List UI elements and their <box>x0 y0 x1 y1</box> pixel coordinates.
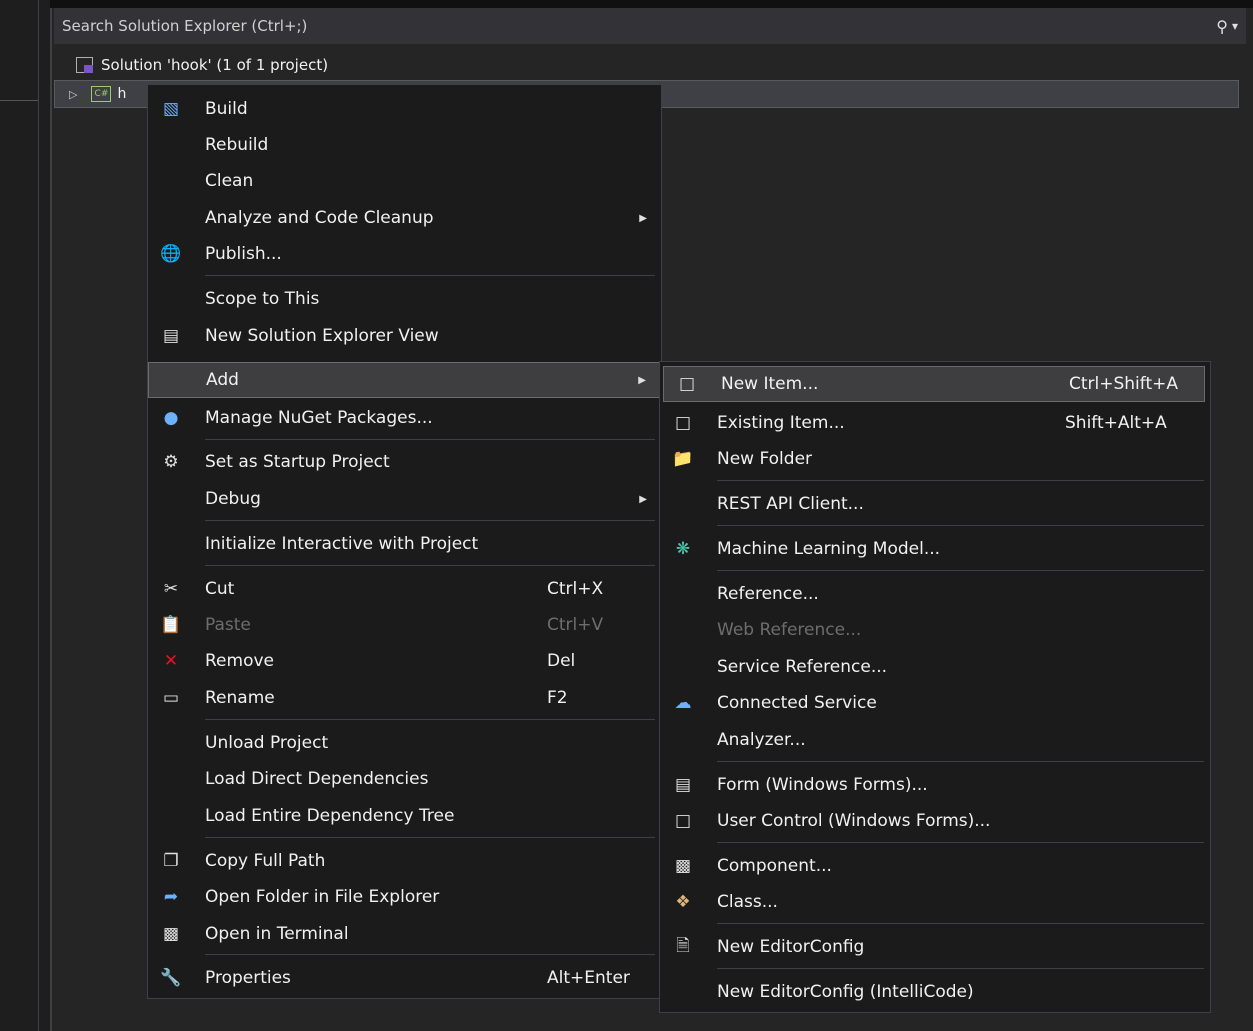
menu-item-rename[interactable]: ▭ Rename F2 <box>148 680 661 716</box>
separator <box>717 761 1204 762</box>
menu-item-startup[interactable]: ⚙ Set as Startup Project <box>148 444 661 480</box>
scissors-icon: ✂ <box>163 579 179 599</box>
separator <box>205 837 655 838</box>
separator <box>205 520 655 521</box>
menu-item-load-tree[interactable]: Load Entire Dependency Tree <box>148 798 661 834</box>
add-submenu: □ New Item... Ctrl+Shift+A □ Existing It… <box>659 361 1211 1013</box>
menu-item-rebuild[interactable]: Rebuild <box>148 127 661 163</box>
menu-item-open-terminal[interactable]: ▩ Open in Terminal <box>148 916 661 952</box>
menu-item-load-direct[interactable]: Load Direct Dependencies <box>148 761 661 797</box>
expand-arrow-icon[interactable]: ▷ <box>69 88 77 101</box>
new-item-icon: □ <box>678 374 696 394</box>
menu-item-analyze[interactable]: Analyze and Code Cleanup ▶ <box>148 200 661 236</box>
submenu-arrow-icon: ▶ <box>639 212 647 224</box>
menu-item-cut[interactable]: ✂ Cut Ctrl+X <box>148 571 661 607</box>
close-icon: ✕ <box>163 651 179 671</box>
copy-icon: ❐ <box>163 851 179 871</box>
existing-item-icon: □ <box>674 413 692 433</box>
menu-item-remove[interactable]: ✕ Remove Del <box>148 643 661 679</box>
submenu-item-class[interactable]: ❖ Class... <box>660 884 1210 920</box>
nuget-icon: ● <box>163 408 179 428</box>
separator <box>717 923 1204 924</box>
separator <box>717 842 1204 843</box>
separator <box>205 719 655 720</box>
open-folder-icon: ➦ <box>163 887 179 907</box>
solution-label: Solution 'hook' (1 of 1 project) <box>101 56 329 74</box>
submenu-item-editorconfig-intellicode[interactable]: New EditorConfig (IntelliCode) <box>660 974 1210 1010</box>
separator <box>205 954 655 955</box>
search-icon[interactable]: ⚲ <box>1216 17 1228 36</box>
menu-item-new-view[interactable]: ▤ New Solution Explorer View <box>148 318 661 354</box>
folder-icon: 📁 <box>672 449 694 469</box>
submenu-item-user-control[interactable]: □ User Control (Windows Forms)... <box>660 803 1210 839</box>
separator <box>717 480 1204 481</box>
context-menu: ▧ Build Rebuild Clean Analyze and Code C… <box>147 84 662 999</box>
menu-item-scope[interactable]: Scope to This <box>148 281 661 317</box>
cloud-icon: ☁ <box>674 693 692 713</box>
separator <box>205 439 655 440</box>
menu-item-publish[interactable]: 🌐 Publish... <box>148 236 661 272</box>
menu-item-nuget[interactable]: ● Manage NuGet Packages... <box>148 400 661 436</box>
submenu-arrow-icon: ▶ <box>638 374 646 386</box>
separator <box>717 570 1204 571</box>
build-icon: ▧ <box>162 99 180 119</box>
menu-item-interactive[interactable]: Initialize Interactive with Project <box>148 526 661 562</box>
globe-icon: 🌐 <box>160 244 182 264</box>
separator <box>205 275 655 276</box>
clipboard-icon: 📋 <box>160 615 182 635</box>
submenu-item-existing-item[interactable]: □ Existing Item... Shift+Alt+A <box>660 405 1210 441</box>
separator <box>717 525 1204 526</box>
separator <box>205 565 655 566</box>
form-icon: ▤ <box>674 775 692 795</box>
submenu-item-rest-api[interactable]: REST API Client... <box>660 486 1210 522</box>
tree-item-solution[interactable]: Solution 'hook' (1 of 1 project) <box>76 51 328 79</box>
gear-icon: ⚙ <box>163 452 179 472</box>
component-icon: ▩ <box>674 856 692 876</box>
submenu-item-editorconfig[interactable]: 🗎 New EditorConfig <box>660 929 1210 965</box>
ml-model-icon: ❋ <box>675 539 691 559</box>
left-gutter <box>0 0 38 1031</box>
menu-item-build[interactable]: ▧ Build <box>148 91 661 127</box>
submenu-item-form[interactable]: ▤ Form (Windows Forms)... <box>660 767 1210 803</box>
menu-item-clean[interactable]: Clean <box>148 163 661 199</box>
menu-item-debug[interactable]: Debug ▶ <box>148 481 661 517</box>
submenu-item-reference[interactable]: Reference... <box>660 576 1210 612</box>
user-control-icon: □ <box>674 811 692 831</box>
submenu-item-new-item[interactable]: □ New Item... Ctrl+Shift+A <box>663 366 1205 402</box>
submenu-item-connected-service[interactable]: ☁ Connected Service <box>660 685 1210 721</box>
submenu-item-service-reference[interactable]: Service Reference... <box>660 649 1210 685</box>
search-placeholder[interactable]: Search Solution Explorer (Ctrl+;) <box>62 17 307 35</box>
solution-icon <box>76 57 93 73</box>
menu-item-open-folder[interactable]: ➦ Open Folder in File Explorer <box>148 879 661 915</box>
submenu-item-ml-model[interactable]: ❋ Machine Learning Model... <box>660 531 1210 567</box>
class-icon: ❖ <box>675 892 691 912</box>
submenu-item-analyzer[interactable]: Analyzer... <box>660 722 1210 758</box>
submenu-item-new-folder[interactable]: 📁 New Folder <box>660 441 1210 477</box>
rename-icon: ▭ <box>162 688 180 708</box>
new-window-icon: ▤ <box>162 326 180 346</box>
menu-item-add[interactable]: Add ▶ <box>148 362 661 398</box>
menu-item-copy-path[interactable]: ❐ Copy Full Path <box>148 843 661 879</box>
panel-top-border <box>50 0 1253 8</box>
gutter-divider <box>38 0 39 1031</box>
project-label: h <box>117 86 127 102</box>
menu-item-unload[interactable]: Unload Project <box>148 725 661 761</box>
menu-item-paste: 📋 Paste Ctrl+V <box>148 607 661 643</box>
submenu-arrow-icon: ▶ <box>639 493 647 505</box>
terminal-icon: ▩ <box>162 924 180 944</box>
submenu-item-component[interactable]: ▩ Component... <box>660 848 1210 884</box>
wrench-icon: 🔧 <box>160 968 182 988</box>
chevron-down-icon[interactable]: ▾ <box>1232 19 1238 33</box>
menu-item-properties[interactable]: 🔧 Properties Alt+Enter <box>148 960 661 996</box>
submenu-item-web-reference: Web Reference... <box>717 620 862 640</box>
search-box[interactable]: Search Solution Explorer (Ctrl+;) ⚲ ▾ <box>54 8 1246 44</box>
csharp-project-icon: C# <box>91 86 112 102</box>
file-icon: 🗎 <box>676 935 690 956</box>
separator <box>717 968 1204 969</box>
gutter-tick <box>0 100 38 101</box>
